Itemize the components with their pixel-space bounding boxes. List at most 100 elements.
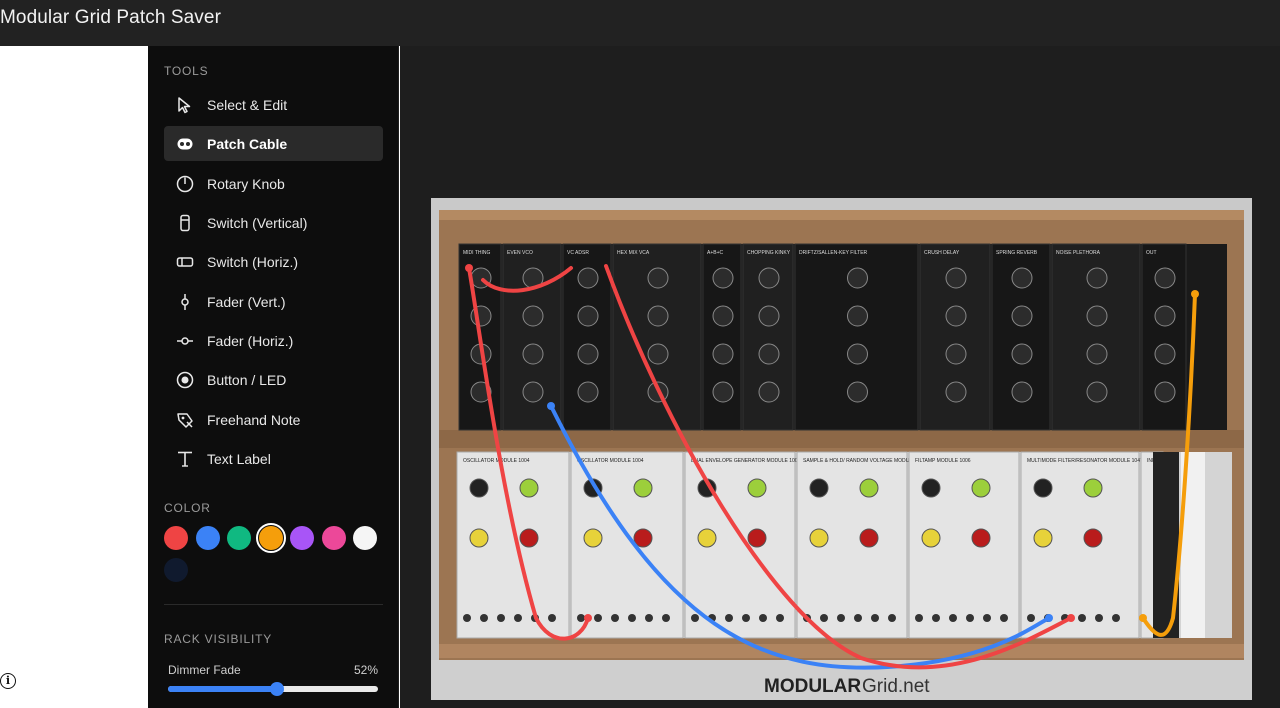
switch-vertical-icon	[175, 213, 195, 233]
module-knob	[747, 528, 767, 548]
module-knob	[1033, 478, 1053, 498]
tool-button-led[interactable]: Button / LED	[164, 362, 383, 397]
dimmer-fade-slider[interactable]	[168, 682, 378, 696]
info-icon[interactable]: i	[0, 673, 16, 689]
switch-horizontal-icon	[175, 252, 195, 272]
module-knob	[945, 381, 967, 403]
color-swatch[interactable]	[255, 523, 286, 553]
module-knob	[522, 381, 544, 403]
module-knob	[1154, 343, 1176, 365]
module-knob	[1011, 343, 1033, 365]
module-knob	[712, 343, 734, 365]
module-knob	[847, 267, 868, 289]
module-jack	[888, 614, 896, 622]
module-knob	[921, 478, 941, 498]
patch-workspace[interactable]: MIDI THING EVEN VCO VC ADSR HEX MIX VCA A+B+…	[400, 46, 1280, 708]
color-swatch[interactable]	[195, 526, 220, 550]
module-knob	[577, 267, 599, 289]
button-led-icon	[175, 370, 195, 390]
color-swatch[interactable]	[164, 558, 188, 582]
module-jack	[645, 614, 653, 622]
top-module-name: OUT	[1146, 250, 1157, 256]
top-module-name: SPRING REVERB	[996, 250, 1038, 256]
bottom-module-name: OSCILLATOR MODULE 1004	[463, 458, 530, 464]
slider-fill	[168, 686, 277, 692]
module-knob	[758, 267, 780, 289]
module-jack	[742, 614, 750, 622]
module-jack	[548, 614, 556, 622]
module-knob	[1086, 343, 1108, 365]
bottom-module-name: DUAL ENVELOPE GENERATOR MODULE 1005	[691, 458, 801, 464]
module-knob	[747, 478, 767, 498]
cursor-arrow-icon	[175, 95, 195, 115]
tool-label: Select & Edit	[207, 96, 288, 113]
module-knob	[859, 528, 879, 548]
color-swatch[interactable]	[227, 526, 251, 550]
module-knob	[945, 305, 967, 327]
module-knob	[1154, 305, 1176, 327]
rack-drawing: MIDI THING EVEN VCO VC ADSR HEX MIX VCA A+B+…	[431, 198, 1252, 700]
module-knob	[1033, 528, 1053, 548]
module-knob	[633, 478, 653, 498]
module-jack	[514, 614, 522, 622]
module-knob	[971, 528, 991, 548]
tool-text-label[interactable]: Text Label	[164, 441, 383, 476]
fader-vertical-icon	[175, 292, 195, 312]
fader-horizontal-icon	[175, 331, 195, 351]
tool-rotary-knob[interactable]: Rotary Knob	[164, 166, 383, 201]
module-jack	[1027, 614, 1035, 622]
freehand-pen-icon	[175, 410, 195, 430]
module-knob	[647, 305, 669, 327]
slider-thumb[interactable]	[270, 682, 284, 696]
module-jack	[628, 614, 636, 622]
color-section-title: COLOR	[164, 501, 211, 515]
module-jack	[497, 614, 505, 622]
color-swatch[interactable]	[321, 526, 346, 550]
rotary-knob-icon	[175, 174, 195, 194]
patch-cable-icon	[175, 134, 195, 154]
module-knob	[577, 343, 599, 365]
module-jack	[1112, 614, 1120, 622]
left-blank-pane	[0, 46, 148, 708]
module-knob	[583, 528, 603, 548]
bottom-module-name: FILTAMP MODULE 1006	[915, 458, 971, 464]
module-knob	[712, 305, 734, 327]
tool-switch-vertical[interactable]: Switch (Vertical)	[164, 205, 383, 240]
color-swatch[interactable]	[290, 526, 314, 550]
tool-select-edit[interactable]: Select & Edit	[164, 87, 383, 122]
tool-switch-horizontal[interactable]: Switch (Horiz.)	[164, 244, 383, 279]
module-knob	[1083, 478, 1103, 498]
module-knob	[847, 343, 868, 365]
module-knob	[519, 528, 539, 548]
module-jack	[577, 614, 585, 622]
top-module-name: CHOPPING KINKY	[747, 250, 791, 256]
tool-fader-vertical[interactable]: Fader (Vert.)	[164, 284, 383, 319]
tool-label: Fader (Horiz.)	[207, 332, 294, 349]
top-module-name: NOISE PLETHORA	[1056, 250, 1101, 256]
tool-fader-horizontal[interactable]: Fader (Horiz.)	[164, 323, 383, 358]
module-knob	[1011, 305, 1033, 327]
tool-patch-cable[interactable]: Patch Cable	[164, 126, 383, 161]
module-jack	[611, 614, 619, 622]
color-swatch[interactable]	[353, 526, 377, 550]
module-knob	[647, 343, 669, 365]
module-knob	[945, 267, 967, 289]
top-module-name: VC ADSR	[567, 250, 589, 256]
bottom-module-name: MULTIMODE FILTER/RESONATOR MODULE 1047	[1027, 458, 1143, 464]
top-module-name: EVEN VCO	[507, 250, 533, 256]
module-knob	[519, 478, 539, 498]
module-jack	[776, 614, 784, 622]
module-knob	[522, 305, 544, 327]
module-jack	[820, 614, 828, 622]
module-knob	[469, 528, 489, 548]
module-jack	[854, 614, 862, 622]
tool-freehand-note[interactable]: Freehand Note	[164, 402, 383, 437]
tools-section-title: TOOLS	[164, 64, 209, 78]
module-knob	[809, 478, 829, 498]
color-swatch[interactable]	[164, 526, 188, 550]
module-jack	[463, 614, 471, 622]
module-knob	[758, 343, 780, 365]
tool-label: Button / LED	[207, 371, 287, 388]
module-knob	[1011, 381, 1033, 403]
eurorack-image[interactable]: MIDI THING EVEN VCO VC ADSR HEX MIX VCA A+B+…	[431, 198, 1252, 700]
